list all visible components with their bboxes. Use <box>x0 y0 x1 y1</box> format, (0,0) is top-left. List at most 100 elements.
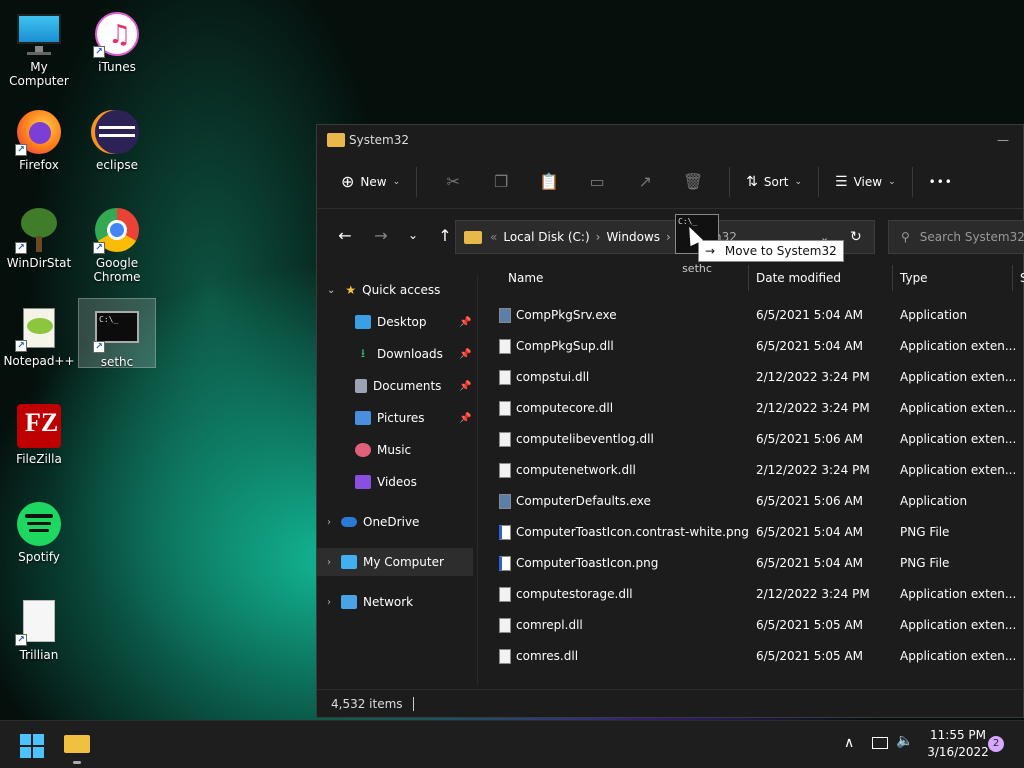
sort-icon: ⇅ <box>746 173 758 190</box>
share-icon[interactable]: ↗ <box>621 166 669 198</box>
desktop-icon-eclipse[interactable]: eclipse <box>78 102 156 172</box>
file-explorer-taskbar-button[interactable] <box>64 733 90 764</box>
application-file-icon <box>499 494 511 509</box>
nav-network[interactable]: › Network <box>317 588 477 616</box>
file-row[interactable]: computestorage.dll 2/12/2022 3:24 PM Appli… <box>478 579 1024 610</box>
sort-button[interactable]: ⇅ Sort ⌄ <box>742 166 806 198</box>
view-button[interactable]: ☰ View ⌄ <box>831 166 900 198</box>
network-status-icon[interactable] <box>872 737 888 749</box>
desktop-icon-firefox[interactable]: ↗ Firefox <box>0 102 78 172</box>
clock-time: 11:55 PM <box>930 728 986 742</box>
music-icon <box>355 443 371 457</box>
recent-locations-chevron-icon[interactable]: ⌄ <box>397 228 429 242</box>
file-name: comres.dll <box>516 649 579 663</box>
file-row[interactable]: computenetwork.dll 2/12/2022 3:24 PM Appli… <box>478 455 1024 486</box>
refresh-icon[interactable]: ↻ <box>850 229 862 245</box>
file-row[interactable]: computecore.dll 2/12/2022 3:24 PM Applicat… <box>478 393 1024 424</box>
file-date: 6/5/2021 5:04 AM <box>756 308 864 322</box>
dll-file-icon <box>499 370 511 385</box>
pin-icon[interactable]: 📌 <box>459 317 471 328</box>
column-divider[interactable] <box>748 265 749 291</box>
desktop-icon-my-computer[interactable]: My Computer <box>0 4 78 88</box>
cloud-icon <box>341 517 357 527</box>
nav-desktop[interactable]: Desktop 📌 <box>355 308 477 336</box>
windows-logo-icon <box>20 747 31 758</box>
nav-documents[interactable]: Documents 📌 <box>355 372 477 400</box>
nav-downloads[interactable]: ⭳ Downloads 📌 <box>355 340 477 368</box>
desktop-icon-notepadpp[interactable]: ↗ Notepad++ <box>0 298 78 368</box>
delete-icon[interactable]: 🗑 <box>669 166 717 198</box>
view-lines-icon: ☰ <box>835 173 848 190</box>
file-row[interactable]: ComputerToastIcon.png 6/5/2021 5:04 AM PNG… <box>478 548 1024 579</box>
search-box[interactable]: ⚲ Search System32 <box>888 220 1024 254</box>
windows-logo-icon <box>20 734 31 745</box>
nav-videos[interactable]: Videos <box>355 468 477 496</box>
desktop-icon-sethc[interactable]: C:\_ ↗ sethc <box>78 298 156 369</box>
filezilla-icon: FZ <box>15 402 63 450</box>
column-divider[interactable] <box>1012 265 1013 291</box>
system-clock[interactable]: 11:55 PM 3/16/2022 <box>920 727 996 761</box>
file-row[interactable]: CompPkgSup.dll 6/5/2021 5:04 AM Applicatio… <box>478 331 1024 362</box>
column-divider[interactable] <box>892 265 893 291</box>
search-input[interactable]: Search System32 <box>920 230 1024 244</box>
image-file-icon <box>499 525 511 540</box>
desktop-icon-filezilla[interactable]: FZ FileZilla <box>0 396 78 466</box>
file-row[interactable]: comres.dll 6/5/2021 5:05 AM Application ex… <box>478 641 1024 672</box>
column-header-date[interactable]: Date modified <box>756 265 892 291</box>
dll-file-icon <box>499 649 511 664</box>
file-name: computelibeventlog.dll <box>516 432 654 446</box>
pin-icon[interactable]: 📌 <box>459 413 471 424</box>
shortcut-arrow-icon: ↗ <box>15 144 27 156</box>
dll-file-icon <box>499 432 511 447</box>
desktop-icon-itunes[interactable]: ♫ ↗ iTunes <box>78 4 156 74</box>
file-name: computecore.dll <box>516 401 614 415</box>
show-hidden-icons-chevron-icon[interactable]: ∧ <box>844 735 854 751</box>
nav-music[interactable]: Music <box>355 436 477 464</box>
minimize-button[interactable]: — <box>983 133 1023 147</box>
more-options-button[interactable]: ••• <box>925 166 957 198</box>
cmd-icon: C:\_ ↗ <box>93 305 141 353</box>
plus-circle-icon: ⊕ <box>341 172 355 191</box>
column-header-type[interactable]: Type <box>900 265 1012 291</box>
file-date: 2/12/2022 3:24 PM <box>756 370 870 384</box>
breadcrumb-local-disk[interactable]: Local Disk (C:) <box>503 230 589 244</box>
desktop-icon-trillian[interactable]: ↗ Trillian <box>0 592 78 662</box>
cut-icon[interactable]: ✂ <box>429 166 477 198</box>
file-row[interactable]: ComputerDefaults.exe 6/5/2021 5:06 AM Appl… <box>478 486 1024 517</box>
nav-quick-access[interactable]: ⌄ ★ Quick access <box>317 276 477 304</box>
file-date: 6/5/2021 5:05 AM <box>756 649 864 663</box>
file-row[interactable]: ComputerToastIcon.contrast-white.png 6/5/… <box>478 517 1024 548</box>
rename-icon[interactable]: ▭ <box>573 166 621 198</box>
file-type: PNG File <box>900 525 950 539</box>
navigation-pane: ⌄ ★ Quick access Desktop 📌 ⭳ Downloads 📌… <box>317 275 477 695</box>
file-row[interactable]: comrepl.dll 6/5/2021 5:05 AM Application e… <box>478 610 1024 641</box>
desktop-icon-windirstat[interactable]: ↗ WinDirStat <box>0 200 78 270</box>
file-type: Application exten... <box>900 339 1017 353</box>
chevron-down-icon: ⌄ <box>327 284 336 296</box>
desktop-icon-google-chrome[interactable]: ↗ Google Chrome <box>78 200 156 286</box>
new-button[interactable]: ⊕ New ⌄ <box>337 166 404 198</box>
pin-icon[interactable]: 📌 <box>459 349 471 360</box>
breadcrumb-chevron-icon: « <box>490 230 498 244</box>
paste-icon[interactable]: 📋 <box>525 166 573 198</box>
forward-arrow-icon[interactable]: → <box>365 226 397 245</box>
copy-icon[interactable]: ❐ <box>477 166 525 198</box>
nav-pictures[interactable]: Pictures 📌 <box>355 404 477 432</box>
pin-icon[interactable]: 📌 <box>459 381 471 392</box>
file-row[interactable]: compstui.dll 2/12/2022 3:24 PM Application… <box>478 362 1024 393</box>
file-type: Application <box>900 308 968 322</box>
back-arrow-icon[interactable]: ← <box>329 226 361 245</box>
notification-badge[interactable]: 2 <box>988 736 1004 752</box>
file-row[interactable]: CompPkgSrv.exe 6/5/2021 5:04 AM Applicatio… <box>478 300 1024 331</box>
column-header-size[interactable]: S <box>1020 265 1024 291</box>
start-button[interactable] <box>20 734 44 758</box>
desktop-icon-spotify[interactable]: Spotify <box>0 494 78 564</box>
nav-onedrive[interactable]: › OneDrive <box>317 508 477 536</box>
sort-ascending-icon: ^ <box>622 265 630 269</box>
application-file-icon <box>499 308 511 323</box>
volume-icon[interactable]: 🔈 <box>896 733 913 749</box>
breadcrumb-windows[interactable]: Windows <box>606 230 660 244</box>
file-row[interactable]: computelibeventlog.dll 6/5/2021 5:06 AM Ap… <box>478 424 1024 455</box>
nav-my-computer[interactable]: › My Computer <box>317 548 473 576</box>
file-name: ComputerToastIcon.png <box>516 556 659 570</box>
